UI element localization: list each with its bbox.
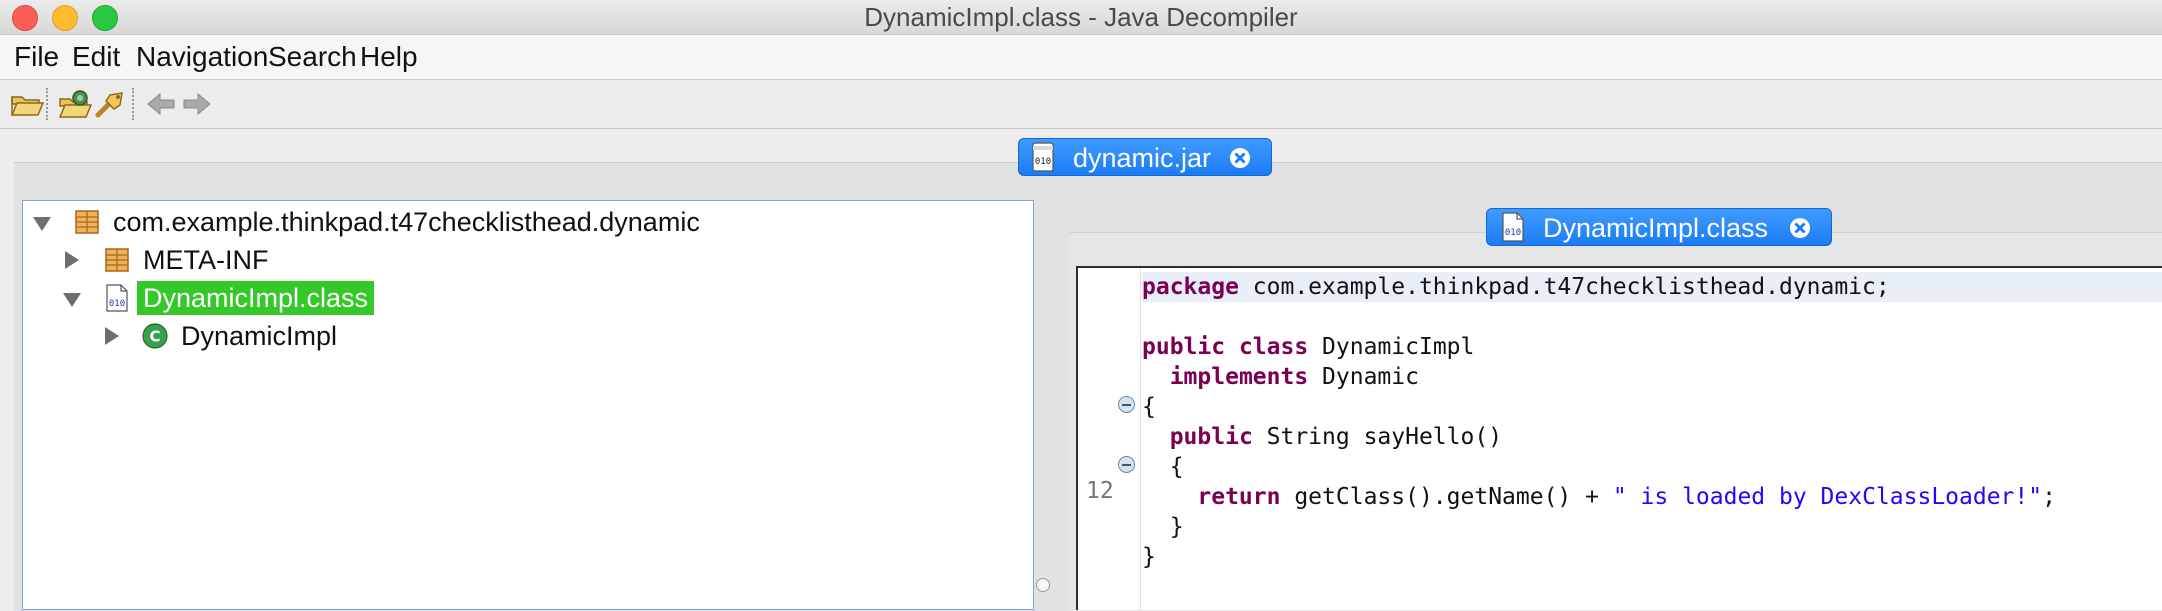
menu-bar: File Edit Navigation Search Help xyxy=(0,35,2162,80)
fold-icon[interactable] xyxy=(1118,396,1135,413)
back-arrow-icon[interactable] xyxy=(144,89,178,119)
close-tab-icon[interactable] xyxy=(1229,147,1251,169)
code-keyword: return xyxy=(1197,484,1281,510)
window-title: DynamicImpl.class - Java Decompiler xyxy=(864,2,1298,32)
close-tab-icon[interactable] xyxy=(1789,217,1811,239)
code-text: { xyxy=(1142,394,1156,420)
title-bar: DynamicImpl.class - Java Decompiler xyxy=(0,0,2162,35)
code-keyword: package xyxy=(1142,274,1239,300)
tab-dynamicimpl-class[interactable]: 010 DynamicImpl.class xyxy=(1486,208,1832,246)
tree-node-label: DynamicImpl xyxy=(181,321,338,351)
tree-node-label: DynamicImpl.class xyxy=(137,281,375,315)
splitter-handle[interactable] xyxy=(1036,578,1050,592)
package-tree[interactable]: com.example.thinkpad.t47checklisthead.dy… xyxy=(22,200,1034,610)
code-line: { xyxy=(1142,452,2162,482)
tab-label: DynamicImpl.class xyxy=(1543,213,1769,243)
menu-navigation[interactable]: Navigation xyxy=(136,41,268,73)
tree-node-label: com.example.thinkpad.t47checklisthead.dy… xyxy=(113,207,700,237)
code-text: com.example.thinkpad.t47checklisthead.dy… xyxy=(1238,274,1890,300)
toolbar xyxy=(0,80,2162,129)
menu-search[interactable]: Search xyxy=(268,41,357,73)
code-line: implements Dynamic xyxy=(1142,362,2162,392)
code-line: public String sayHello() xyxy=(1142,422,2162,452)
collapse-toggle-icon[interactable] xyxy=(33,217,51,231)
package-icon xyxy=(105,248,129,272)
open-file-icon[interactable] xyxy=(10,89,44,119)
fold-icon[interactable] xyxy=(1118,456,1135,473)
tab-dynamic-jar[interactable]: 010 dynamic.jar xyxy=(1018,138,1272,176)
toolbar-separator xyxy=(46,88,48,120)
toolbar-separator xyxy=(132,88,134,120)
code-text: String sayHello() xyxy=(1252,424,1503,450)
tab-label: dynamic.jar xyxy=(1073,143,1212,173)
code-line: package com.example.thinkpad.t47checklis… xyxy=(1142,272,2162,302)
source-code-view[interactable]: 12 package com.example.thinkpad.t47check… xyxy=(1076,266,2162,610)
jar-file-icon: 010 xyxy=(1032,142,1054,172)
code-text: Dynamic xyxy=(1308,364,1419,390)
tree-node-class-file[interactable]: 010 DynamicImpl.class xyxy=(23,281,1023,315)
collapse-toggle-icon[interactable] xyxy=(63,293,81,307)
class-file-icon: 010 xyxy=(106,284,128,312)
code-text: { xyxy=(1169,454,1184,480)
code-text: ; xyxy=(2042,484,2056,510)
forward-arrow-icon[interactable] xyxy=(180,89,214,119)
menu-edit[interactable]: Edit xyxy=(72,41,120,73)
open-type-icon[interactable] xyxy=(58,89,92,119)
code-line: } xyxy=(1142,512,2162,542)
tree-node-label: META-INF xyxy=(143,245,269,275)
code-keyword: implements xyxy=(1169,364,1309,390)
svg-text:C: C xyxy=(149,328,160,346)
class-icon: C xyxy=(142,323,168,349)
code-string: " is loaded by DexClassLoader!" xyxy=(1612,484,2043,510)
svg-text:010: 010 xyxy=(1035,157,1051,167)
package-icon xyxy=(75,210,99,234)
svg-text:010: 010 xyxy=(109,299,125,309)
line-number: 12 xyxy=(1086,478,1114,504)
tree-node-package[interactable]: com.example.thinkpad.t47checklisthead.dy… xyxy=(23,205,1023,239)
search-type-icon[interactable] xyxy=(94,89,128,119)
code-keyword: class xyxy=(1238,334,1309,360)
code-text: } xyxy=(1142,544,1156,570)
code-line: return getClass().getName() + " is loade… xyxy=(1142,482,2162,512)
code-text: } xyxy=(1169,514,1184,540)
code-text: DynamicImpl xyxy=(1308,334,1475,360)
class-file-icon: 010 xyxy=(1502,212,1524,242)
menu-help[interactable]: Help xyxy=(360,41,418,73)
menu-file[interactable]: File xyxy=(14,41,59,73)
line-number-gutter: 12 xyxy=(1078,268,1141,610)
tree-node-meta-inf[interactable]: META-INF xyxy=(23,243,1023,277)
code-line: { xyxy=(1142,392,2162,422)
code-keyword: public xyxy=(1169,424,1253,450)
code-line: } xyxy=(1142,542,2162,572)
code-line: public class DynamicImpl xyxy=(1142,332,2162,362)
expand-toggle-icon[interactable] xyxy=(105,327,119,345)
code-keyword: public xyxy=(1142,334,1226,360)
expand-toggle-icon[interactable] xyxy=(65,251,79,269)
tree-node-class[interactable]: C DynamicImpl xyxy=(23,319,1023,353)
code-text: getClass().getName() + xyxy=(1280,484,1613,510)
svg-text:010: 010 xyxy=(1505,228,1521,238)
